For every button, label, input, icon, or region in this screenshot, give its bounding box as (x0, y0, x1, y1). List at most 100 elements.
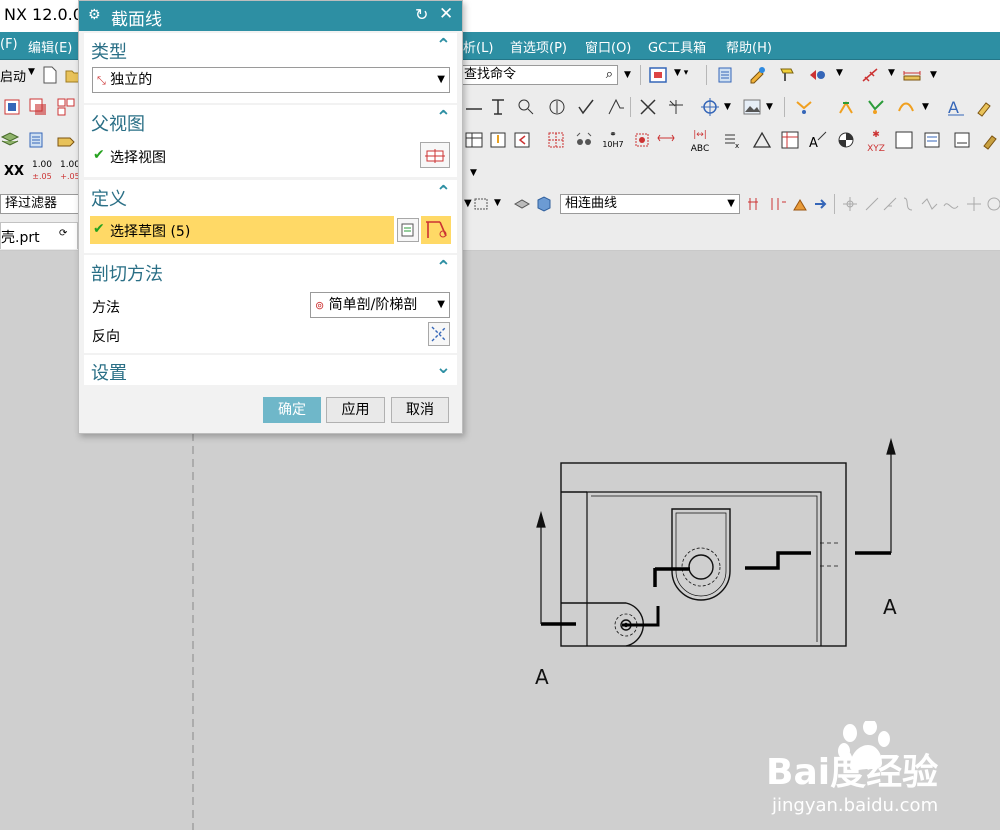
start-dropdown-icon[interactable]: ▼ (28, 67, 35, 77)
tag-icon[interactable] (56, 130, 76, 150)
document-icon[interactable] (952, 130, 972, 150)
pen-icon[interactable] (980, 130, 1000, 150)
axis-icon[interactable] (860, 65, 880, 85)
menu-help[interactable]: 帮助(H) (726, 37, 772, 56)
text-note-icon[interactable] (488, 97, 508, 117)
snap-intersect-icon[interactable] (920, 194, 940, 214)
view-dropdown-icon[interactable]: ▼ ▾ (674, 68, 688, 78)
triangle-icon[interactable] (752, 130, 772, 150)
definition-group-header[interactable]: 定义 (91, 185, 127, 211)
new-file-icon[interactable] (40, 65, 60, 85)
arrow-right-icon[interactable] (812, 194, 832, 214)
brush-icon[interactable] (974, 97, 994, 117)
collapse-icon[interactable]: ⌃ (436, 182, 451, 203)
close-icon[interactable]: ✕ (439, 4, 453, 24)
snap-circle-icon[interactable] (984, 194, 1000, 214)
image-icon[interactable] (742, 97, 762, 117)
sketch-list-button[interactable] (397, 218, 419, 242)
draw-sketch-button[interactable] (421, 216, 451, 244)
projected-view-icon[interactable] (56, 97, 76, 117)
snap-end-icon[interactable] (862, 194, 882, 214)
component-icon[interactable] (512, 194, 532, 214)
cut-method-group-header[interactable]: 剖切方法 (91, 260, 163, 286)
table-icon[interactable] (464, 130, 484, 150)
type-select[interactable]: ⤡ 独立的 ▼ (92, 67, 450, 93)
break-view-icon[interactable] (836, 97, 856, 117)
snap-perp-icon[interactable] (964, 194, 984, 214)
menu-gc-toolbox[interactable]: GC工具箱 (648, 37, 706, 56)
view-frame-icon[interactable] (648, 65, 668, 85)
snap-point-icon[interactable] (840, 194, 860, 214)
drawing-sheet-icon[interactable] (2, 97, 22, 117)
select-view-button[interactable] (420, 142, 450, 168)
measure-dropdown-icon[interactable]: ▼ (930, 70, 937, 80)
point-dropdown-icon[interactable]: ▼ (724, 102, 731, 112)
return-icon[interactable] (512, 130, 532, 150)
base-view-icon[interactable] (28, 97, 48, 117)
flow-icon[interactable] (866, 97, 886, 117)
fit-tolerance-icon[interactable]: ⚭ 10H7 (600, 130, 626, 152)
line-icon[interactable] (464, 97, 484, 117)
table-dim-icon[interactable]: x (722, 130, 742, 150)
menu-file[interactable]: (F) (0, 37, 18, 52)
annotation-a-icon[interactable]: A (946, 97, 966, 117)
paint-icon[interactable] (777, 65, 797, 85)
ok-button[interactable]: 确定 (263, 397, 321, 423)
region-dropdown-icon[interactable]: ▼ (494, 198, 501, 208)
parent-view-group-header[interactable]: 父视图 (91, 110, 145, 136)
collapse-icon[interactable]: ⌃ (436, 257, 451, 278)
bracket-icon[interactable] (488, 130, 508, 150)
reverse-direction-button[interactable] (428, 322, 450, 346)
abc-text-icon[interactable]: |↔| ABC (686, 130, 714, 154)
row4-dropdown-icon[interactable]: ▼ (470, 168, 477, 178)
surface-finish-icon[interactable] (606, 97, 626, 117)
image-dropdown-icon[interactable]: ▼ (766, 102, 773, 112)
layer-settings-icon[interactable] (26, 130, 46, 150)
xx-decimal-icon[interactable]: XX (4, 164, 24, 179)
dimension-arrow-icon[interactable] (656, 130, 676, 150)
menu-window[interactable]: 窗口(O) (585, 37, 631, 56)
method-select[interactable]: ⊚ 简单剖/阶梯剖 ▼ (310, 292, 450, 318)
menu-analysis[interactable]: 析(L) (463, 37, 493, 56)
grid-icon[interactable] (546, 130, 566, 150)
apply-button[interactable]: 应用 (326, 397, 385, 423)
expand-icon[interactable]: ⌄ (436, 357, 451, 378)
filter-dropdown-icon[interactable]: ▼ (464, 198, 472, 209)
collapse-icon[interactable]: ⌃ (436, 35, 451, 56)
symbol-icon[interactable] (547, 97, 567, 117)
tolerance-sym-icon[interactable]: 1.00 ±.05 (30, 160, 54, 182)
datum-icon[interactable] (632, 130, 652, 150)
type-filter-select[interactable]: 择过滤器 (0, 194, 82, 214)
check-icon[interactable] (576, 97, 596, 117)
glasses-icon[interactable] (574, 130, 594, 150)
dialog-title-bar[interactable]: ⚙ 截面线 ↻ ✕ (79, 1, 462, 31)
weld-dropdown-icon[interactable]: ▼ (922, 102, 929, 112)
orient-dropdown-icon[interactable]: ▼ (836, 68, 843, 78)
dialog-gear-icon[interactable]: ⚙ (88, 7, 101, 23)
snap-mid-icon[interactable] (880, 194, 900, 214)
blank-box-icon[interactable] (894, 130, 914, 150)
layer-stack-icon[interactable] (0, 130, 20, 150)
cancel-button[interactable]: 取消 (391, 397, 449, 423)
axis-dropdown-icon[interactable]: ▼ (888, 68, 895, 78)
document-tab[interactable]: 壳.prt ⟳ (0, 222, 78, 249)
curve-rule-select[interactable]: 相连曲线 ▼ (560, 194, 740, 214)
edit-object-icon[interactable] (748, 65, 768, 85)
settings-group-header[interactable]: 设置 (91, 359, 127, 385)
center-mark-icon[interactable] (836, 130, 856, 150)
follow-fillet-icon[interactable] (768, 194, 788, 214)
type-group-header[interactable]: 类型 (91, 38, 127, 64)
xyz-coordinate-icon[interactable]: ✱ XYZ (862, 130, 890, 154)
note-list-icon[interactable] (922, 130, 942, 150)
frame-grid-icon[interactable] (780, 130, 800, 150)
feature-curve-icon[interactable] (790, 194, 810, 214)
orient-icon[interactable] (808, 65, 828, 85)
snap-control-icon[interactable] (898, 194, 918, 214)
target-point-icon[interactable] (700, 97, 720, 117)
snap-curve-icon[interactable] (942, 194, 962, 214)
hatch-icon[interactable] (794, 97, 814, 117)
collapse-icon[interactable]: ⌃ (436, 107, 451, 128)
weld-icon[interactable] (896, 97, 916, 117)
zoom-icon[interactable] (516, 97, 536, 117)
menu-edit[interactable]: 编辑(E) (28, 37, 72, 56)
